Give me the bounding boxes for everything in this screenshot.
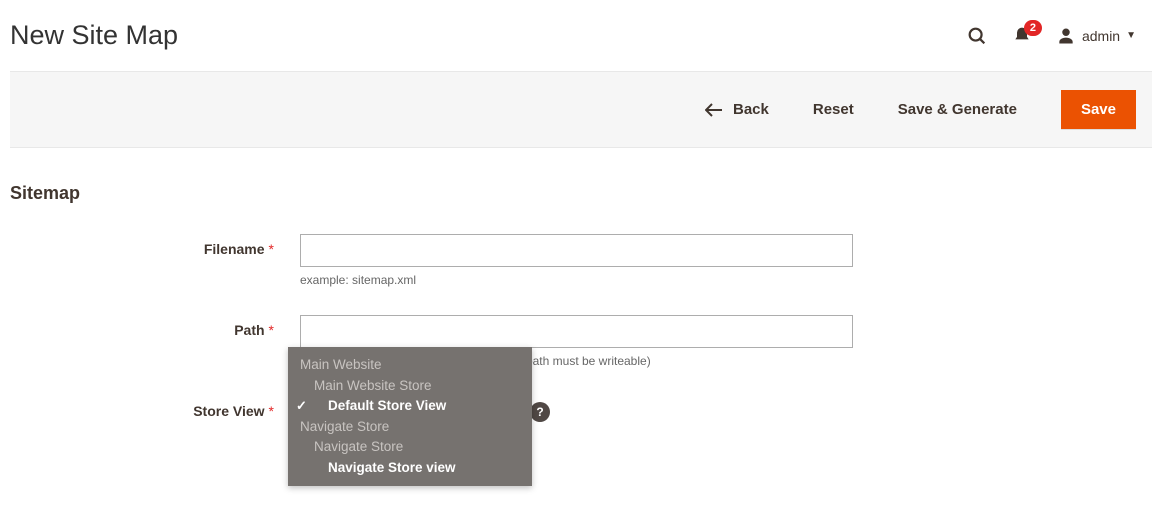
save-button[interactable]: Save xyxy=(1061,90,1136,129)
dropdown-website[interactable]: Navigate Store xyxy=(288,417,532,438)
required-marker: * xyxy=(269,241,274,257)
path-input[interactable] xyxy=(300,315,853,348)
dropdown-store-view[interactable]: Navigate Store view xyxy=(288,458,532,479)
filename-hint: example: sitemap.xml xyxy=(300,273,860,287)
back-label: Back xyxy=(733,101,769,118)
notifications-icon[interactable]: 2 xyxy=(1012,26,1032,46)
dropdown-option-label: Default Store View xyxy=(328,397,446,416)
help-icon[interactable]: ? xyxy=(530,402,550,422)
required-marker: * xyxy=(269,322,274,338)
filename-label: Filename xyxy=(204,241,265,257)
search-icon[interactable] xyxy=(966,25,988,47)
caret-down-icon: ▼ xyxy=(1126,30,1136,41)
account-menu[interactable]: admin ▼ xyxy=(1056,26,1136,46)
notification-badge: 2 xyxy=(1024,20,1042,36)
section-heading: Sitemap xyxy=(10,183,1152,204)
save-generate-button[interactable]: Save & Generate xyxy=(898,101,1017,118)
dropdown-store-group[interactable]: Main Website Store xyxy=(288,376,532,397)
username: admin xyxy=(1082,28,1120,44)
dropdown-website[interactable]: Main Website xyxy=(288,355,532,376)
dropdown-store-group[interactable]: Navigate Store xyxy=(288,437,532,458)
check-icon: ✓ xyxy=(296,397,307,416)
dropdown-store-view-selected[interactable]: ✓ Default Store View xyxy=(288,396,532,417)
path-label: Path xyxy=(234,322,264,338)
back-button[interactable]: Back xyxy=(705,101,769,118)
user-icon xyxy=(1056,26,1076,46)
action-toolbar: Back Reset Save & Generate Save xyxy=(10,71,1152,148)
filename-input[interactable] xyxy=(300,234,853,267)
required-marker: * xyxy=(269,403,274,419)
store-view-dropdown: Main Website Main Website Store ✓ Defaul… xyxy=(288,347,532,486)
page-title: New Site Map xyxy=(10,20,178,51)
reset-button[interactable]: Reset xyxy=(813,101,854,118)
arrow-left-icon xyxy=(705,103,723,117)
store-view-label: Store View xyxy=(193,403,264,419)
